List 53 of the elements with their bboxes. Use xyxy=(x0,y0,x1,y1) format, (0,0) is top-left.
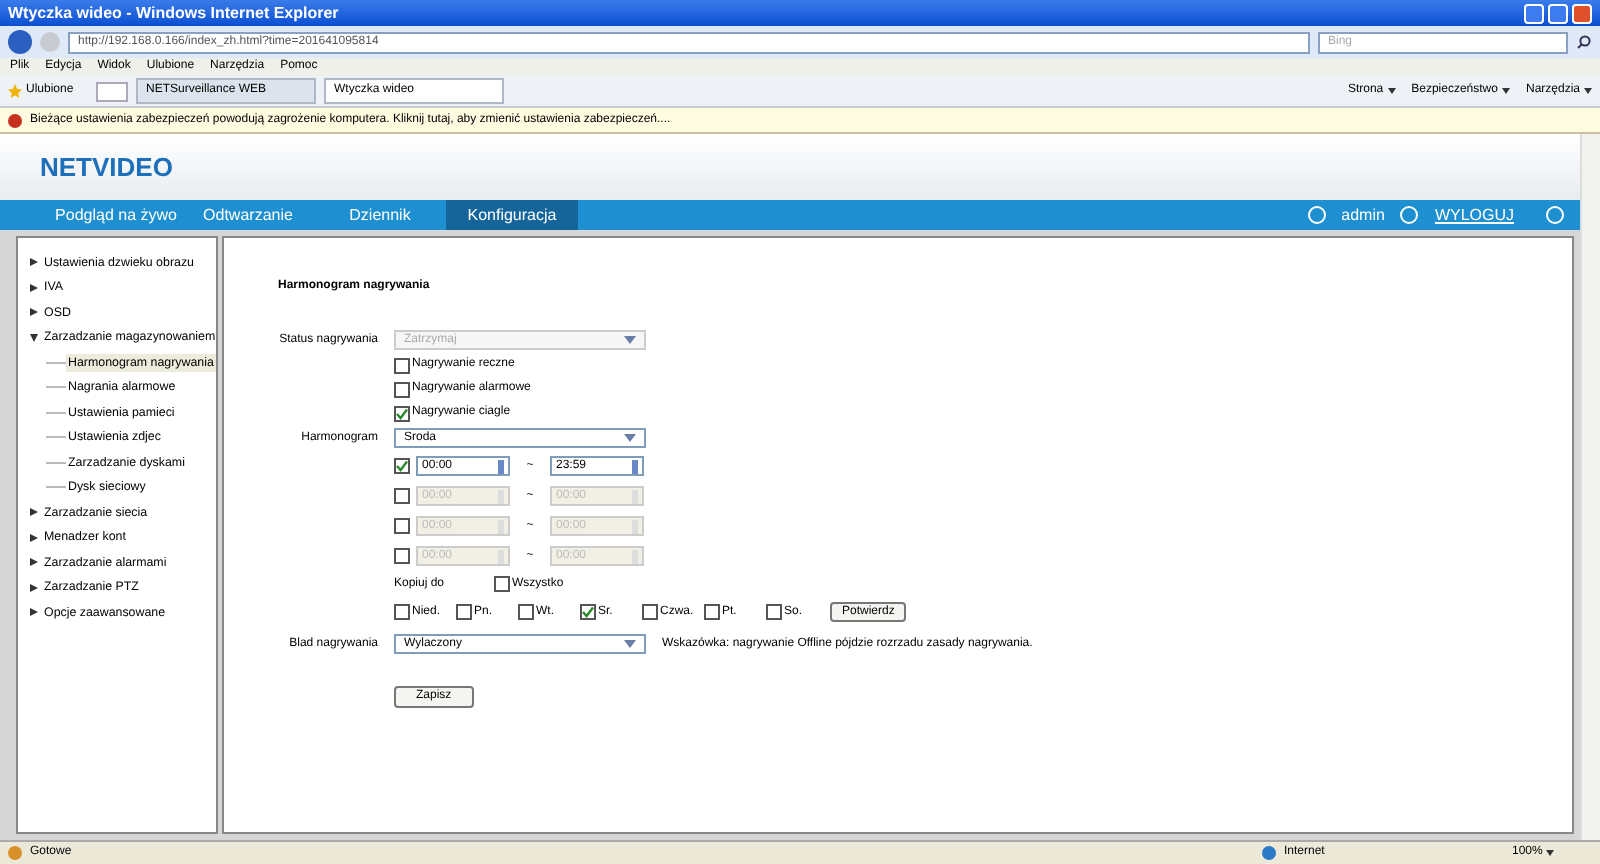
shield-icon xyxy=(8,113,22,127)
nav-tab[interactable]: Dziennik xyxy=(314,200,446,230)
checkbox[interactable] xyxy=(394,381,410,397)
nav-tab[interactable]: Konfiguracja xyxy=(446,200,578,230)
spinner-icon[interactable] xyxy=(632,459,638,473)
checkbox[interactable] xyxy=(456,604,472,620)
collapsed-arrow-icon xyxy=(30,283,38,292)
restore-button[interactable] xyxy=(1548,3,1568,23)
logout-icon xyxy=(1400,206,1419,224)
close-button[interactable] xyxy=(1572,3,1592,23)
collapsed-arrow-icon xyxy=(30,533,38,542)
expanded-arrow-icon xyxy=(30,333,38,342)
collapsed-arrow-icon xyxy=(30,558,38,567)
checkbox[interactable] xyxy=(704,604,720,620)
caret-icon xyxy=(1584,88,1592,94)
caret-icon xyxy=(624,640,636,648)
checkbox[interactable] xyxy=(394,405,410,421)
collapsed-arrow-icon xyxy=(30,258,38,267)
globe-icon xyxy=(1262,846,1276,860)
page-icon xyxy=(8,846,22,860)
collapsed-arrow-icon xyxy=(30,608,38,617)
window-title: Wtyczka wideo - Windows Internet Explorer xyxy=(8,1,339,25)
checkbox[interactable] xyxy=(494,576,510,592)
search-icon[interactable] xyxy=(1576,34,1592,50)
checkbox[interactable] xyxy=(394,488,410,504)
checkbox[interactable] xyxy=(394,604,410,620)
spinner-icon[interactable] xyxy=(498,459,504,473)
checkbox[interactable] xyxy=(394,518,410,534)
nav-tab[interactable]: Podgląd na żywo xyxy=(50,200,182,230)
caret-icon xyxy=(1501,88,1510,94)
caret-icon xyxy=(1546,850,1555,856)
caret-icon xyxy=(1387,88,1396,94)
star-icon xyxy=(8,84,22,98)
collapsed-arrow-icon xyxy=(30,508,38,517)
collapsed-arrow-icon xyxy=(30,583,38,592)
user-icon xyxy=(1307,206,1326,224)
checkbox[interactable] xyxy=(580,604,596,620)
user-name: admin xyxy=(1341,203,1385,227)
nav-tab[interactable]: Odtwarzanie xyxy=(182,200,314,230)
logo: NETVIDEO xyxy=(40,149,173,186)
caret-icon xyxy=(624,336,636,344)
collapsed-arrow-icon xyxy=(30,308,38,317)
checkbox[interactable] xyxy=(394,548,410,564)
checkbox[interactable] xyxy=(394,357,410,373)
caret-icon xyxy=(624,434,636,442)
logout-link[interactable]: WYLOGUJ xyxy=(1434,203,1514,227)
checkbox[interactable] xyxy=(518,604,534,620)
minimize-button[interactable] xyxy=(1524,3,1544,23)
checkbox[interactable] xyxy=(766,604,782,620)
checkbox[interactable] xyxy=(394,458,410,474)
help-icon[interactable] xyxy=(1546,206,1564,224)
back-button[interactable] xyxy=(8,30,32,54)
checkbox[interactable] xyxy=(642,604,658,620)
